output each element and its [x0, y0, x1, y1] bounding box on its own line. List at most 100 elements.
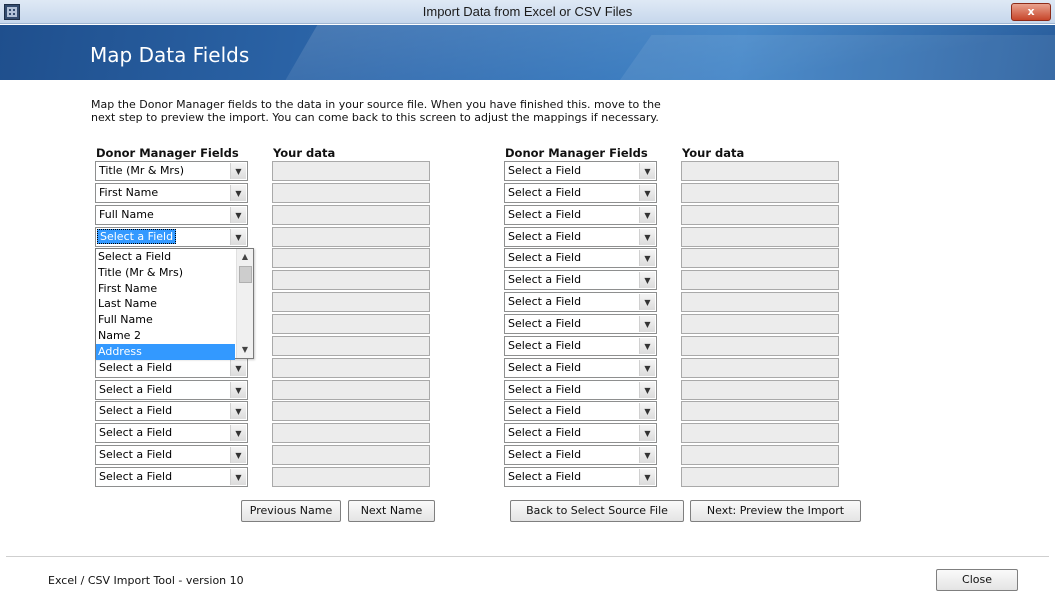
- right-your-data-field: [681, 380, 839, 400]
- instructions-line-1: Map the Donor Manager fields to the data…: [91, 98, 661, 111]
- left-your-data-field: [272, 423, 430, 443]
- left-field-select[interactable]: Select a Field ▼: [95, 467, 248, 487]
- left-field-select-value: Select a Field: [99, 448, 173, 461]
- dropdown-option[interactable]: Last Name: [96, 296, 235, 312]
- right-field-select[interactable]: Select a Field ▼: [504, 227, 657, 247]
- chevron-down-icon[interactable]: ▼: [639, 185, 655, 201]
- left-your-data-field: [272, 227, 430, 247]
- scroll-up-icon[interactable]: ▲: [237, 249, 253, 265]
- chevron-down-icon[interactable]: ▼: [230, 185, 246, 201]
- left-your-data-field: [272, 270, 430, 290]
- left-field-select[interactable]: Select a Field ▼: [95, 380, 248, 400]
- right-field-select[interactable]: Select a Field ▼: [504, 336, 657, 356]
- right-field-select-value: Select a Field: [508, 317, 582, 330]
- window-close-button[interactable]: x: [1011, 3, 1051, 21]
- dropdown-scrollbar[interactable]: ▲ ▼: [236, 249, 253, 358]
- left-field-select[interactable]: Select a Field ▼: [95, 227, 248, 247]
- right-your-data-field: [681, 445, 839, 465]
- right-your-data-field: [681, 467, 839, 487]
- left-field-select[interactable]: Select a Field ▼: [95, 423, 248, 443]
- chevron-down-icon[interactable]: ▼: [230, 163, 246, 179]
- left-your-data-field: [272, 401, 430, 421]
- right-field-select[interactable]: Select a Field ▼: [504, 314, 657, 334]
- chevron-down-icon[interactable]: ▼: [639, 447, 655, 463]
- right-your-data-field: [681, 423, 839, 443]
- chevron-down-icon[interactable]: ▼: [639, 272, 655, 288]
- right-data-header: Your data: [682, 146, 745, 160]
- right-field-select[interactable]: Select a Field ▼: [504, 401, 657, 421]
- chevron-down-icon[interactable]: ▼: [639, 469, 655, 485]
- right-field-select-value: Select a Field: [508, 361, 582, 374]
- chevron-down-icon[interactable]: ▼: [639, 360, 655, 376]
- chevron-down-icon[interactable]: ▼: [639, 316, 655, 332]
- version-text: Excel / CSV Import Tool - version 10: [48, 574, 244, 587]
- left-field-select-value: Select a Field: [99, 470, 173, 483]
- chevron-down-icon[interactable]: ▼: [639, 163, 655, 179]
- scroll-thumb[interactable]: [239, 266, 252, 283]
- left-field-select[interactable]: Select a Field ▼: [95, 401, 248, 421]
- right-field-select[interactable]: Select a Field ▼: [504, 445, 657, 465]
- right-field-select[interactable]: Select a Field ▼: [504, 292, 657, 312]
- right-field-select[interactable]: Select a Field ▼: [504, 358, 657, 378]
- left-your-data-field: [272, 358, 430, 378]
- chevron-down-icon[interactable]: ▼: [230, 403, 246, 419]
- left-field-select[interactable]: Select a Field ▼: [95, 358, 248, 378]
- chevron-down-icon[interactable]: ▼: [230, 207, 246, 223]
- left-field-select[interactable]: Title (Mr & Mrs) ▼: [95, 161, 248, 181]
- chevron-down-icon[interactable]: ▼: [639, 250, 655, 266]
- right-field-select[interactable]: Select a Field ▼: [504, 270, 657, 290]
- next-name-button[interactable]: Next Name: [348, 500, 435, 522]
- right-field-select[interactable]: Select a Field ▼: [504, 380, 657, 400]
- left-your-data-field: [272, 292, 430, 312]
- chevron-down-icon[interactable]: ▼: [639, 338, 655, 354]
- right-your-data-field: [681, 183, 839, 203]
- dropdown-option[interactable]: Select a Field: [96, 249, 235, 265]
- left-field-select-value: Title (Mr & Mrs): [99, 164, 184, 177]
- left-field-select[interactable]: Full Name ▼: [95, 205, 248, 225]
- right-your-data-field: [681, 401, 839, 421]
- dropdown-option[interactable]: Full Name: [96, 312, 235, 328]
- back-to-source-button[interactable]: Back to Select Source File: [510, 500, 684, 522]
- dropdown-option[interactable]: Name 2: [96, 328, 235, 344]
- left-your-data-field: [272, 380, 430, 400]
- right-field-select[interactable]: Select a Field ▼: [504, 161, 657, 181]
- left-field-select-value: Full Name: [99, 208, 154, 221]
- next-preview-button[interactable]: Next: Preview the Import: [690, 500, 861, 522]
- right-field-select-value: Select a Field: [508, 470, 582, 483]
- footer-divider: [6, 556, 1049, 557]
- left-data-header: Your data: [273, 146, 336, 160]
- chevron-down-icon[interactable]: ▼: [230, 447, 246, 463]
- right-field-select[interactable]: Select a Field ▼: [504, 423, 657, 443]
- previous-name-button[interactable]: Previous Name: [241, 500, 341, 522]
- left-field-select-value: Select a Field: [99, 426, 173, 439]
- chevron-down-icon[interactable]: ▼: [639, 294, 655, 310]
- left-field-select-value: Select a Field: [99, 404, 173, 417]
- right-field-select-value: Select a Field: [508, 164, 582, 177]
- left-your-data-field: [272, 248, 430, 268]
- chevron-down-icon[interactable]: ▼: [230, 229, 246, 245]
- right-field-select-value: Select a Field: [508, 383, 582, 396]
- close-button[interactable]: Close: [936, 569, 1018, 591]
- left-field-select[interactable]: Select a Field ▼: [95, 445, 248, 465]
- dropdown-option[interactable]: First Name: [96, 281, 235, 297]
- chevron-down-icon[interactable]: ▼: [639, 425, 655, 441]
- scroll-down-icon[interactable]: ▼: [237, 342, 253, 358]
- chevron-down-icon[interactable]: ▼: [230, 425, 246, 441]
- chevron-down-icon[interactable]: ▼: [230, 469, 246, 485]
- dropdown-option[interactable]: Title (Mr & Mrs): [96, 265, 235, 281]
- right-field-select[interactable]: Select a Field ▼: [504, 467, 657, 487]
- right-field-select[interactable]: Select a Field ▼: [504, 205, 657, 225]
- dropdown-option[interactable]: Address: [96, 343, 235, 360]
- chevron-down-icon[interactable]: ▼: [639, 207, 655, 223]
- chevron-down-icon[interactable]: ▼: [230, 360, 246, 376]
- chevron-down-icon[interactable]: ▼: [639, 229, 655, 245]
- chevron-down-icon[interactable]: ▼: [639, 382, 655, 398]
- right-field-select[interactable]: Select a Field ▼: [504, 248, 657, 268]
- left-field-select[interactable]: First Name ▼: [95, 183, 248, 203]
- right-your-data-field: [681, 248, 839, 268]
- chevron-down-icon[interactable]: ▼: [230, 382, 246, 398]
- chevron-down-icon[interactable]: ▼: [639, 403, 655, 419]
- field-dropdown-list[interactable]: Select a Field Title (Mr & Mrs) First Name…: [95, 248, 254, 360]
- right-field-select-value: Select a Field: [508, 230, 582, 243]
- right-field-select[interactable]: Select a Field ▼: [504, 183, 657, 203]
